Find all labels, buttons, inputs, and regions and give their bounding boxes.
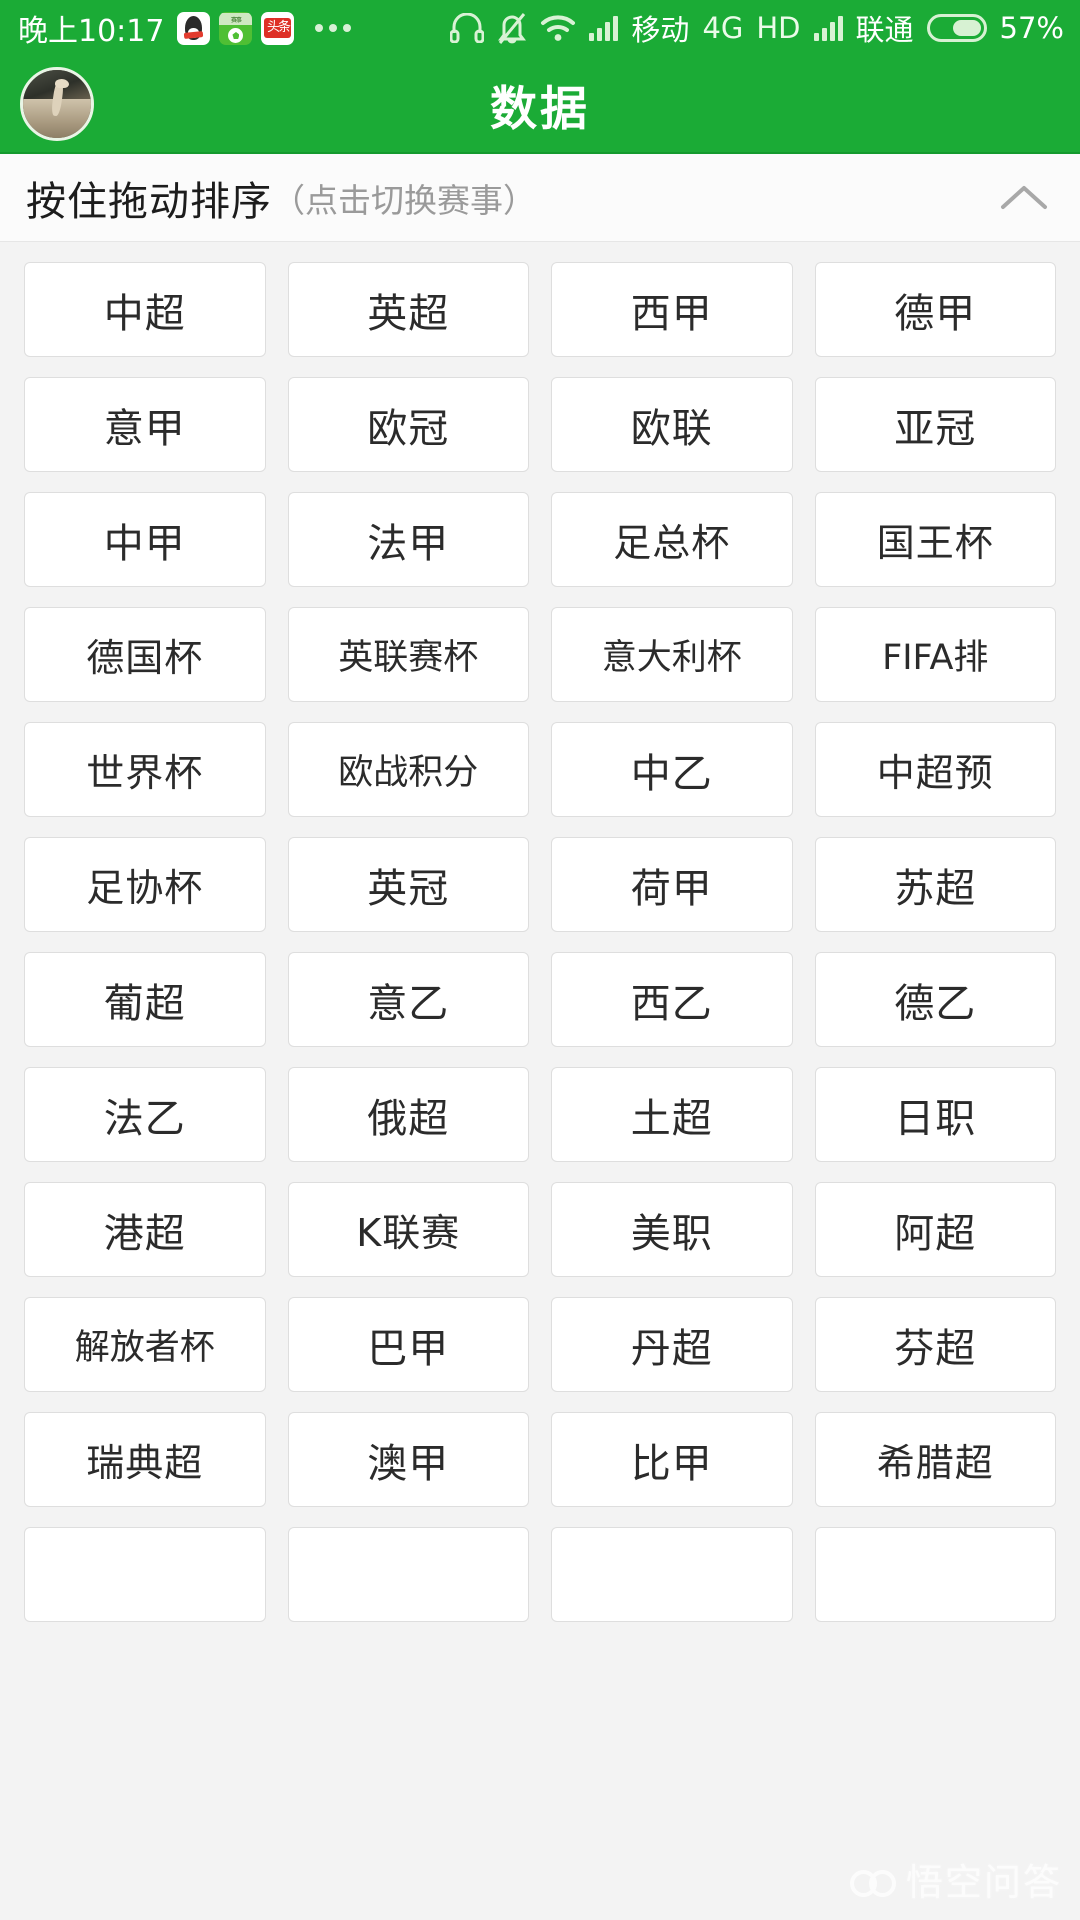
league-cell[interactable]: 德乙 bbox=[814, 952, 1056, 1047]
league-cell[interactable]: 葡超 bbox=[24, 952, 266, 1047]
headset-icon bbox=[450, 13, 485, 43]
avatar[interactable] bbox=[20, 67, 94, 141]
league-cell[interactable]: 英联赛杯 bbox=[287, 607, 529, 702]
qq-icon bbox=[177, 11, 211, 45]
league-cell[interactable]: 英超 bbox=[287, 262, 529, 357]
league-cell[interactable]: 荷甲 bbox=[551, 837, 793, 932]
league-cell[interactable]: 欧联 bbox=[551, 377, 793, 472]
league-cell[interactable]: 解放者杯 bbox=[24, 1297, 266, 1392]
soccer-app-icon: 赛事 bbox=[219, 11, 253, 45]
league-cell[interactable]: 中超预 bbox=[814, 722, 1056, 817]
league-cell[interactable]: 瑞典超 bbox=[24, 1412, 266, 1507]
league-cell[interactable] bbox=[814, 1527, 1056, 1622]
chevron-up-icon[interactable] bbox=[996, 170, 1052, 226]
bell-muted-icon bbox=[498, 13, 527, 44]
league-cell[interactable]: 意甲 bbox=[24, 377, 266, 472]
league-cell[interactable]: 俄超 bbox=[287, 1067, 529, 1162]
more-dots-icon bbox=[315, 24, 352, 32]
league-cell[interactable]: 中乙 bbox=[551, 722, 793, 817]
league-cell[interactable]: 英冠 bbox=[287, 837, 529, 932]
carrier-label-2: 联通 bbox=[855, 13, 914, 47]
status-system-icons: 移动 4G HD 联通 57% bbox=[450, 7, 1064, 49]
league-cell[interactable]: 欧战积分 bbox=[287, 722, 529, 817]
sort-bar-title: 按住拖动排序 bbox=[26, 178, 272, 225]
league-cell[interactable]: K联赛 bbox=[287, 1182, 529, 1277]
sort-bar-hint: （点击切换赛事） bbox=[272, 180, 536, 220]
carrier-label-1: 移动 bbox=[631, 13, 690, 47]
league-cell[interactable]: 丹超 bbox=[551, 1297, 793, 1392]
league-cell[interactable] bbox=[24, 1527, 266, 1622]
league-cell[interactable]: FIFA排 bbox=[814, 607, 1056, 702]
league-cell[interactable]: 亚冠 bbox=[814, 377, 1056, 472]
league-cell[interactable]: 巴甲 bbox=[287, 1297, 529, 1392]
toutiao-icon: 头条 bbox=[261, 11, 295, 45]
league-cell[interactable]: 土超 bbox=[551, 1067, 793, 1162]
league-cell[interactable]: 日职 bbox=[814, 1067, 1056, 1162]
battery-percent-label: 57% bbox=[999, 11, 1064, 45]
league-cell[interactable]: 阿超 bbox=[814, 1182, 1056, 1277]
watermark-text: 悟空问答 bbox=[906, 1861, 1062, 1904]
league-cell[interactable] bbox=[287, 1527, 529, 1622]
league-cell[interactable]: 中超 bbox=[24, 262, 266, 357]
league-cell[interactable]: 芬超 bbox=[814, 1297, 1056, 1392]
league-cell[interactable]: 中甲 bbox=[24, 492, 266, 587]
league-grid: 中超 英超 西甲 德甲意甲 欧冠 欧联 亚冠中甲 法甲 足总杯 国王杯德国杯 英联赛杯 意大利杯 FIF… bbox=[0, 242, 1080, 1622]
league-cell[interactable]: 欧冠 bbox=[287, 377, 529, 472]
status-bar: 晚上10:17 赛事 头条 移动 4G HD 联通 57% bbox=[0, 0, 1080, 56]
signal-bars-icon-2 bbox=[813, 15, 843, 41]
league-cell[interactable]: 苏超 bbox=[814, 837, 1056, 932]
league-cell[interactable]: 澳甲 bbox=[287, 1412, 529, 1507]
league-cell[interactable]: 希腊超 bbox=[814, 1412, 1056, 1507]
league-cell[interactable]: 法甲 bbox=[287, 492, 529, 587]
league-cell[interactable]: 美职 bbox=[551, 1182, 793, 1277]
app-header: 数据 bbox=[0, 56, 1080, 154]
league-cell[interactable]: 意乙 bbox=[287, 952, 529, 1047]
league-cell[interactable]: 德国杯 bbox=[24, 607, 266, 702]
watermark: 悟空问答 bbox=[850, 1852, 1062, 1906]
league-cell[interactable]: 比甲 bbox=[551, 1412, 793, 1507]
league-cell[interactable]: 西甲 bbox=[551, 262, 793, 357]
league-cell[interactable] bbox=[551, 1527, 793, 1622]
network-type-label: 4G bbox=[702, 11, 744, 45]
league-cell[interactable]: 世界杯 bbox=[24, 722, 266, 817]
sort-bar[interactable]: 按住拖动排序 （点击切换赛事） bbox=[0, 154, 1080, 242]
league-cell[interactable]: 足总杯 bbox=[551, 492, 793, 587]
signal-bars-icon-1 bbox=[589, 15, 619, 41]
league-cell[interactable]: 西乙 bbox=[551, 952, 793, 1047]
league-cell[interactable]: 法乙 bbox=[24, 1067, 266, 1162]
league-cell[interactable]: 国王杯 bbox=[814, 492, 1056, 587]
league-cell[interactable]: 足协杯 bbox=[24, 837, 266, 932]
page-title: 数据 bbox=[490, 81, 590, 137]
league-cell[interactable]: 德甲 bbox=[814, 262, 1056, 357]
league-cell[interactable]: 港超 bbox=[24, 1182, 266, 1277]
wifi-icon bbox=[541, 15, 576, 41]
wukong-logo-icon bbox=[850, 1862, 896, 1897]
league-cell[interactable]: 意大利杯 bbox=[551, 607, 793, 702]
status-notification-icons: 赛事 头条 bbox=[177, 11, 352, 45]
battery-icon bbox=[926, 14, 987, 42]
hd-label: HD bbox=[756, 11, 801, 45]
status-time: 晚上10:17 bbox=[18, 14, 165, 49]
